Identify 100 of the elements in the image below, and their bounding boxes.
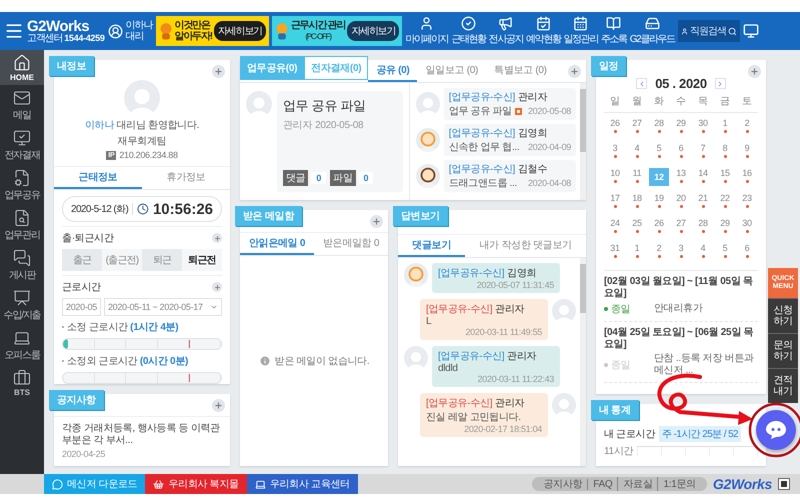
quick-menu-item[interactable]: 신청하기	[768, 298, 798, 333]
calendar-day[interactable]: 16	[742, 168, 752, 178]
tab[interactable]: 내가 작성한 댓글보기	[465, 235, 586, 257]
footer-link[interactable]: 공지사항	[538, 477, 588, 491]
scrollbar[interactable]	[580, 83, 586, 200]
shortcut-button[interactable]: 우리회사 복지몰	[145, 474, 247, 494]
calendar-day[interactable]: 15	[720, 168, 730, 178]
post-card[interactable]: 업무 공유 파일 관리자 2020-05-08 댓글 0 파일 0	[277, 91, 403, 192]
nav-item[interactable]: 예약현황	[526, 16, 561, 46]
tab[interactable]: 공유 (0)	[368, 60, 418, 82]
shortcut-button[interactable]: 우리회사 교육센터	[246, 474, 358, 494]
sidebar-item[interactable]: 업무공유	[0, 165, 44, 205]
sidebar-item[interactable]: 메일	[0, 85, 44, 125]
plus-button[interactable]	[212, 282, 222, 292]
tab[interactable]: 업무공유(0)	[240, 56, 304, 80]
calendar-day[interactable]: 29	[720, 218, 730, 228]
calendar-day[interactable]: 25	[632, 218, 642, 228]
search-field[interactable]: 직원검색	[678, 20, 740, 42]
footer-link[interactable]: 자료실	[617, 477, 658, 491]
calendar-day[interactable]: 21	[698, 193, 708, 203]
calendar-day[interactable]: 3	[678, 243, 684, 253]
calendar-day[interactable]: 24	[610, 218, 620, 228]
calendar-day[interactable]: 8	[722, 143, 728, 153]
search-input[interactable]: 직원검색	[690, 26, 726, 36]
calendar-day[interactable]: 2	[744, 118, 750, 128]
nav-item[interactable]: 주소록	[600, 16, 627, 46]
tab[interactable]: 전자결재(0)	[304, 56, 368, 80]
calendar-day[interactable]: 30	[698, 118, 708, 128]
calendar-day[interactable]: 1	[722, 118, 728, 128]
scrollbar[interactable]	[580, 258, 586, 466]
sidebar-item[interactable]: 오피스룸	[0, 325, 44, 365]
sidebar-item[interactable]: BTS	[0, 365, 44, 400]
calendar-day[interactable]: 4	[634, 143, 640, 153]
plus-button[interactable]	[568, 65, 581, 78]
calendar-day[interactable]: 18	[632, 193, 642, 203]
calendar-day[interactable]: 12	[649, 168, 669, 186]
monitor-icon[interactable]	[742, 23, 759, 39]
quick-menu-item[interactable]: 견적내기	[768, 368, 798, 403]
tab[interactable]: 특별보고 (0)	[486, 60, 555, 82]
plus-button[interactable]	[212, 65, 225, 78]
tab[interactable]: 휴가정보	[142, 167, 230, 189]
search-icon[interactable]	[728, 26, 737, 36]
nav-item[interactable]: 전사공지	[488, 16, 524, 46]
calendar-day[interactable]: 27	[676, 218, 686, 228]
shortcut-button[interactable]: 메신저 다운로드	[44, 474, 146, 494]
feed-item[interactable]: [업무공유-수신] 관리자 업무 공유 파일 2020-05-08	[444, 88, 576, 120]
calendar-day[interactable]: 29	[676, 118, 686, 128]
logo[interactable]: G2Works	[27, 18, 90, 34]
calendar-day[interactable]: 11	[632, 168, 642, 178]
calendar-day[interactable]: 5	[722, 243, 728, 253]
comment-bubble[interactable]: [업무공유-수신] 관리자 L 2020-03-11 11:49:55	[420, 299, 548, 340]
calendar-day[interactable]: 10	[610, 168, 620, 178]
footer-link[interactable]: FAQ	[587, 478, 618, 490]
feed-item[interactable]: [업무공유-수신] 김영희 신속한 업무 협... 2020-04-09	[444, 124, 576, 156]
tab[interactable]: 안읽은메일 0	[240, 233, 314, 255]
calendar-day[interactable]: 7	[700, 143, 706, 153]
calendar-day[interactable]: 6	[744, 243, 750, 253]
details-button[interactable]: 자세히보기	[347, 21, 400, 41]
sidebar-item[interactable]: 수입/지출	[0, 285, 44, 325]
comment-bubble[interactable]: [업무공유-수신] 관리자 진실 레알 고민됩니다. 2020-02-17 18:51:04	[420, 393, 548, 437]
calendar-day[interactable]: 14	[698, 168, 708, 178]
notice-link[interactable]: 각종 거래처등록, 행사등록 등 이력관부분은 각 부서...	[62, 423, 222, 447]
calendar-day[interactable]: 4	[700, 243, 706, 253]
calendar-day[interactable]: 1	[634, 243, 640, 253]
calendar-day[interactable]: 9	[744, 143, 750, 153]
details-button[interactable]: 자세히보기	[214, 21, 266, 41]
calendar-day[interactable]: 22	[720, 193, 730, 203]
plus-button[interactable]	[748, 65, 761, 78]
nav-item[interactable]: 마이페이지	[405, 16, 448, 46]
calendar-day[interactable]: 3	[612, 143, 618, 153]
calendar-day[interactable]: 28	[654, 118, 664, 128]
event-title[interactable]: 단참 ..등록 저장 버튼과 메신저 ...	[654, 353, 758, 377]
nav-item[interactable]: 일정관리	[564, 16, 598, 46]
nav-item[interactable]: 근태현황	[451, 16, 486, 46]
calendar-day[interactable]: 26	[610, 118, 620, 128]
event-title[interactable]: 안대리휴가	[654, 303, 703, 315]
nav-item[interactable]: G2클라우드	[630, 16, 675, 46]
calendar-day[interactable]: 27	[632, 118, 642, 128]
calendar-day[interactable]: 5	[656, 143, 662, 153]
calendar-day[interactable]: 28	[698, 218, 708, 228]
window-button[interactable]	[778, 478, 790, 490]
calendar-day[interactable]: 20	[676, 193, 686, 203]
sidebar-item[interactable]: 전자결재	[0, 125, 44, 165]
comment-bubble[interactable]: [업무공유-수신] 관리자 dldld 2020-03-11 11:22:43	[432, 346, 560, 387]
calendar-day[interactable]: 31	[610, 243, 620, 253]
plus-button[interactable]	[212, 233, 222, 243]
quick-menu-item[interactable]: 문의하기	[768, 333, 798, 368]
calendar-day[interactable]: 17	[610, 193, 620, 203]
sidebar-item[interactable]: 업무관리	[0, 205, 44, 245]
sidebar-item[interactable]: HOME	[0, 50, 44, 85]
plus-button[interactable]	[212, 399, 225, 412]
footer-link[interactable]: 1:1문의	[657, 477, 701, 491]
user-avatar-icon[interactable]	[108, 24, 123, 38]
calendar-day[interactable]: 30	[742, 218, 752, 228]
month-field[interactable]: 2020-05	[62, 298, 101, 316]
tab[interactable]: 받은메일함 0	[314, 233, 388, 255]
week-select[interactable]: 2020-05-11 ~ 2020-05-17	[104, 298, 222, 316]
calendar-day[interactable]: 6	[678, 143, 684, 153]
feed-item[interactable]: [업무공유-수신] 김철수 드래그앤드롭 ... 2020-04-08	[444, 160, 576, 192]
calendar-day[interactable]: 19	[654, 193, 664, 203]
